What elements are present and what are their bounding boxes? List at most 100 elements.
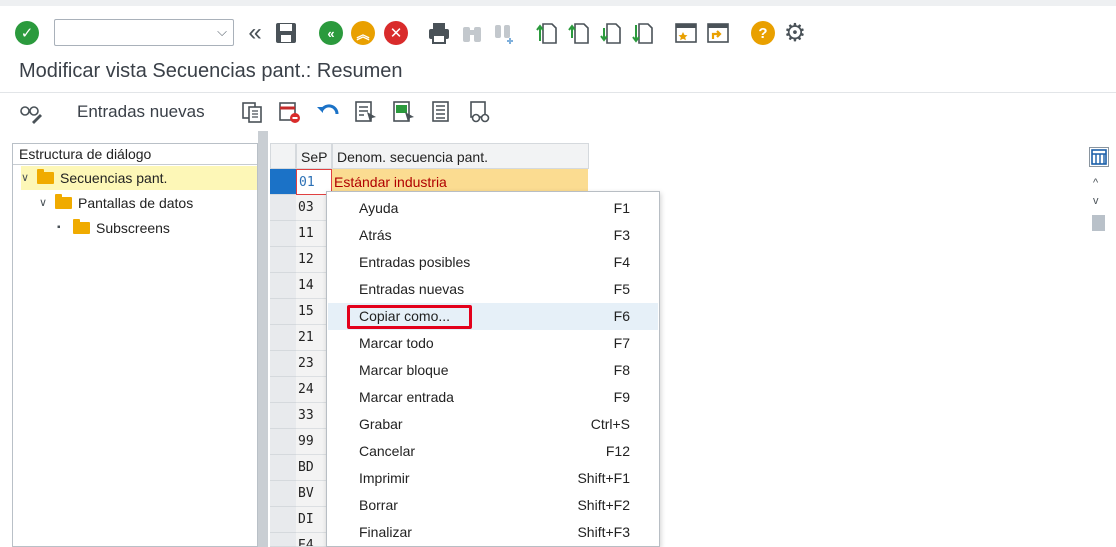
menu-item-shortcut: Shift+F3 — [577, 524, 630, 540]
save-icon — [276, 23, 296, 43]
menu-item-shortcut: F5 — [613, 281, 630, 297]
first-page-button[interactable] — [534, 20, 560, 46]
first-page-icon — [536, 23, 557, 44]
previous-page-button[interactable] — [566, 20, 592, 46]
undo-icon — [317, 104, 339, 115]
cancel-button[interactable]: ✕ — [383, 20, 409, 46]
next-page-button[interactable] — [598, 20, 624, 46]
command-field[interactable]: ⌵ — [54, 19, 234, 46]
binoculars-plus-icon — [495, 25, 513, 44]
undo-button[interactable] — [316, 100, 340, 124]
menu-item-shortcut: F1 — [613, 200, 630, 216]
delete-button[interactable] — [278, 100, 302, 124]
select-all-icon — [355, 101, 376, 122]
row-selector[interactable] — [270, 351, 296, 377]
menu-item-exit[interactable]: Finalizar Shift+F3 — [328, 519, 658, 546]
scroll-down-icon[interactable]: v — [1093, 195, 1099, 207]
tree-node-screen-sequences[interactable]: ∨ Secuencias pant. — [21, 166, 257, 190]
chevron-down-icon[interactable]: ∨ — [21, 166, 35, 190]
new-entries-button[interactable]: Entradas nuevas — [77, 102, 205, 122]
menu-item-shortcut: F6 — [613, 308, 630, 324]
row-selector[interactable] — [270, 247, 296, 273]
menu-item-label: Borrar — [359, 497, 398, 513]
copy-as-button[interactable] — [240, 100, 264, 124]
save-button[interactable] — [273, 20, 299, 46]
exit-button[interactable]: ︽ — [350, 20, 376, 46]
find-next-button[interactable] — [491, 20, 517, 46]
tree-header: Estructura de diálogo — [13, 144, 257, 165]
collapse-button[interactable]: « — [242, 19, 268, 46]
delete-row-icon — [279, 102, 300, 123]
settings-button[interactable]: ⚙ — [782, 19, 808, 47]
row-selector[interactable] — [270, 299, 296, 325]
help-button[interactable]: ? — [750, 20, 776, 46]
menu-item-save[interactable]: Grabar Ctrl+S — [328, 411, 658, 438]
menu-item-shortcut: F12 — [605, 443, 630, 459]
column-header-description[interactable]: Denom. secuencia pant. — [332, 143, 589, 169]
display-change-button[interactable] — [19, 100, 43, 124]
back-button[interactable]: « — [318, 20, 344, 46]
row-selector[interactable] — [270, 481, 296, 507]
row-selector[interactable] — [270, 403, 296, 429]
shortcut-button[interactable] — [705, 20, 731, 46]
details-glasses-icon — [470, 101, 490, 123]
menu-item-copy-as[interactable]: Copiar como... F6 — [328, 303, 658, 330]
scroll-up-icon[interactable]: ^ — [1093, 177, 1098, 189]
row-selector[interactable] — [270, 169, 296, 195]
vertical-scrollbar[interactable]: ^ v — [1088, 143, 1110, 547]
row-selector[interactable] — [270, 533, 296, 547]
select-block-button[interactable] — [392, 100, 416, 124]
back-icon: « — [319, 21, 343, 45]
row-selector[interactable] — [270, 325, 296, 351]
deselect-all-button[interactable] — [430, 100, 454, 124]
menu-item-cancel[interactable]: Cancelar F12 — [328, 438, 658, 465]
menu-item-shortcut: F8 — [613, 362, 630, 378]
exit-icon: ︽ — [351, 21, 375, 45]
menu-item-select-block[interactable]: Marcar bloque F8 — [328, 357, 658, 384]
menu-item-select-all[interactable]: Marcar todo F7 — [328, 330, 658, 357]
previous-page-icon — [568, 23, 589, 44]
tree-node-data-screens[interactable]: ∨ Pantallas de datos — [39, 191, 257, 215]
create-session-button[interactable] — [673, 20, 699, 46]
row-selector[interactable] — [270, 507, 296, 533]
enter-button[interactable]: ✓ — [14, 20, 40, 46]
row-selector[interactable] — [270, 377, 296, 403]
table-settings-button[interactable] — [1089, 147, 1109, 167]
menu-item-label: Atrás — [359, 227, 392, 243]
menu-item-select-entry[interactable]: Marcar entrada F9 — [328, 384, 658, 411]
row-selector[interactable] — [270, 429, 296, 455]
select-all-button[interactable] — [354, 100, 378, 124]
next-page-icon — [600, 23, 621, 44]
menu-item-help[interactable]: Ayuda F1 — [328, 195, 658, 222]
scroll-thumb[interactable] — [1092, 215, 1105, 231]
row-selector[interactable] — [270, 195, 296, 221]
menu-item-new-entries[interactable]: Entradas nuevas F5 — [328, 276, 658, 303]
tree-node-label: Secuencias pant. — [60, 170, 168, 186]
menu-item-print[interactable]: Imprimir Shift+F1 — [328, 465, 658, 492]
menu-item-back[interactable]: Atrás F3 — [328, 222, 658, 249]
chevron-down-icon[interactable]: ∨ — [39, 191, 53, 215]
row-selector[interactable] — [270, 455, 296, 481]
column-header-key[interactable]: SeP — [296, 143, 332, 169]
row-selector[interactable] — [270, 221, 296, 247]
page-title: Modificar vista Secuencias pant.: Resume… — [19, 60, 403, 82]
menu-item-label: Imprimir — [359, 470, 410, 486]
tree-node-subscreens[interactable]: ▪ Subscreens — [57, 216, 257, 240]
find-button[interactable] — [459, 20, 485, 46]
menu-item-delete[interactable]: Borrar Shift+F2 — [328, 492, 658, 519]
menu-item-label: Marcar bloque — [359, 362, 449, 378]
menu-item-label: Cancelar — [359, 443, 416, 459]
print-button[interactable] — [426, 20, 452, 46]
last-page-icon — [632, 23, 653, 44]
panel-splitter[interactable] — [258, 131, 268, 547]
last-page-button[interactable] — [630, 20, 656, 46]
copy-icon — [242, 102, 262, 123]
row-selector[interactable] — [270, 273, 296, 299]
gear-icon: ⚙ — [783, 19, 807, 47]
application-toolbar: Entradas nuevas — [0, 93, 1116, 131]
checkmark-icon: ✓ — [15, 21, 39, 45]
menu-item-possible-entries[interactable]: Entradas posibles F4 — [328, 249, 658, 276]
menu-item-shortcut: F9 — [613, 389, 630, 405]
display-details-button[interactable] — [468, 100, 492, 124]
select-all-corner[interactable] — [270, 143, 296, 169]
